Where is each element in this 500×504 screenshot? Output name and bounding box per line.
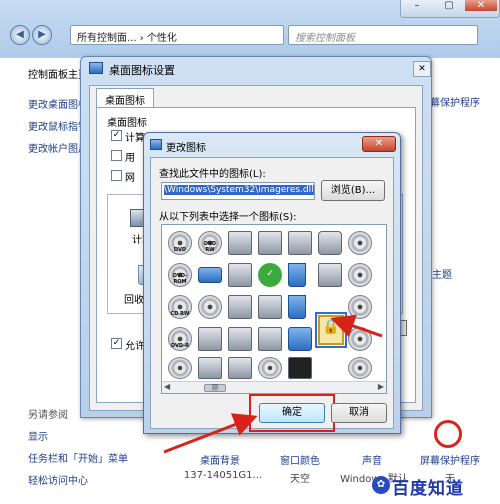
dialog-icon [89,62,103,74]
sidebar-item-desktop-icons[interactable]: 更改桌面图标 [28,96,88,111]
dvd-r-icon[interactable]: DVD-R [168,327,192,351]
dvd-rw-drive-icon[interactable]: DVD RW [198,231,222,255]
printer-check-icon[interactable] [258,327,282,351]
window-color-value: 天空 [290,474,310,485]
cd-audio-icon[interactable] [258,357,282,379]
back-button[interactable]: ◀ [10,25,30,45]
cd-rw-icon[interactable]: CD RW [168,295,192,319]
removable-drive-icon[interactable] [198,267,222,283]
drive-icon[interactable] [318,263,342,287]
close-button[interactable]: ✕ [465,0,497,11]
see-also-display[interactable]: 显示 [28,428,48,443]
optical-drive-icon[interactable] [228,295,252,319]
cancel-button[interactable]: 取消 [331,403,387,423]
scanner-icon[interactable] [198,327,222,351]
allow-themes-label: 允许 [125,341,145,352]
see-also-ease-of-access[interactable]: 轻松访问中心 [28,472,88,487]
icon-list[interactable]: DVD DVD RW DVD-ROM ✓ CD RW DVD-R 🔒 ◀ |||… [161,224,387,394]
dvd-player-icon[interactable] [288,357,312,379]
see-also-taskbar[interactable]: 任务栏和「开始」菜单 [28,450,128,465]
window-color-item[interactable]: 窗口颜色 [270,452,330,467]
allow-themes-checkbox[interactable]: ✓ [111,338,122,349]
desktop-background-item[interactable]: 桌面背景 [190,452,250,467]
network-checkbox-label: 网 [125,173,135,184]
dialog-title: 桌面图标设置 [109,64,175,77]
theme-link[interactable]: 主题 [432,266,452,281]
path-value: \Windows\System32\imageres.dll [164,185,314,195]
user-files-checkbox-label: 用 [125,153,135,164]
lock-icon[interactable]: 🔒 [315,312,347,348]
scroll-thumb[interactable]: ||| [204,384,226,392]
recycle-bin-full-icon[interactable] [288,263,306,287]
cd-drive-icon[interactable] [348,231,372,255]
sounds-item[interactable]: 声音 [342,452,402,467]
icon-file-path-input[interactable]: \Windows\System32\imageres.dll [161,182,315,200]
check-drive-icon[interactable]: ✓ [258,263,282,287]
dvd-ram-icon[interactable] [168,357,192,379]
screensaver-item[interactable]: 屏幕保护程序 [420,452,480,467]
close-icon[interactable]: ✕ [413,61,431,77]
window-icon[interactable] [288,327,312,351]
ok-button[interactable]: 确定 [259,403,325,423]
address-bar[interactable]: 所有控制面... › 个性化 [70,25,284,45]
horizontal-scrollbar[interactable]: ◀ ||| ▶ [162,381,386,393]
scroll-left-icon[interactable]: ◀ [164,382,170,391]
sidebar-item-account-picture[interactable]: 更改帐户图片 [28,140,88,155]
disc-icon[interactable] [348,263,372,287]
window-controls: – ▢ ✕ [400,0,500,18]
sidebar-item-mouse-pointer[interactable]: 更改鼠标指针 [28,118,88,133]
printer-icon[interactable] [228,263,252,287]
select-icon-label: 从以下列表中选择一个图标(S): [159,212,297,223]
cd-rw-2-icon[interactable] [348,357,372,379]
network-share-icon[interactable] [288,231,312,255]
cd-icon[interactable] [198,295,222,319]
fax-icon[interactable] [228,357,252,379]
dialog-body: 查找此文件中的图标(L): \Windows\System32\imageres… [150,157,394,432]
desktop-background-value: 137-14051G1... [183,470,263,481]
close-button[interactable]: ✕ [362,136,396,152]
maximize-button[interactable]: ▢ [433,0,465,11]
dialog-icon [150,139,162,150]
search-input[interactable]: 搜索控制面板 [288,25,478,45]
no-screensaver-icon [434,420,462,448]
dvd-rom-icon[interactable]: DVD-ROM [168,263,192,287]
dvd-drive-icon[interactable]: DVD [168,231,192,255]
group-title: 桌面图标 [107,118,147,129]
recycle-bin-empty-icon[interactable] [288,295,306,319]
look-for-label: 查找此文件中的图标(L): [159,169,266,180]
scroll-right-icon[interactable]: ▶ [378,382,384,391]
watermark: 百度知道 [392,479,464,499]
network-printer-icon[interactable] [258,295,282,319]
see-also-title: 另请参阅 [28,410,68,421]
floppy-icon[interactable] [198,357,222,379]
network-drive-icon[interactable] [228,231,252,255]
browse-button[interactable]: 浏览(B)... [321,180,385,201]
disc-burn-icon[interactable] [348,295,372,319]
screensaver-link[interactable]: 幕保护程序 [430,94,480,109]
camera-icon[interactable] [318,231,342,255]
baidu-logo-icon: ✿ [372,476,390,494]
computer-checkbox[interactable]: ✓ [111,130,122,141]
dialog-title: 更改图标 [166,143,206,154]
change-icon-dialog: 更改图标 ✕ 查找此文件中的图标(L): \Windows\System32\i… [143,132,401,434]
sidebar-item-home[interactable]: 控制面板主页 [28,66,88,81]
user-files-checkbox[interactable] [111,150,122,161]
mobile-device-icon[interactable] [228,327,252,351]
shared-drive-icon[interactable] [258,231,282,255]
minimize-button[interactable]: – [401,0,433,11]
forward-button[interactable]: ▶ [32,25,52,45]
network-checkbox[interactable] [111,170,122,181]
media-icon[interactable] [348,327,372,351]
